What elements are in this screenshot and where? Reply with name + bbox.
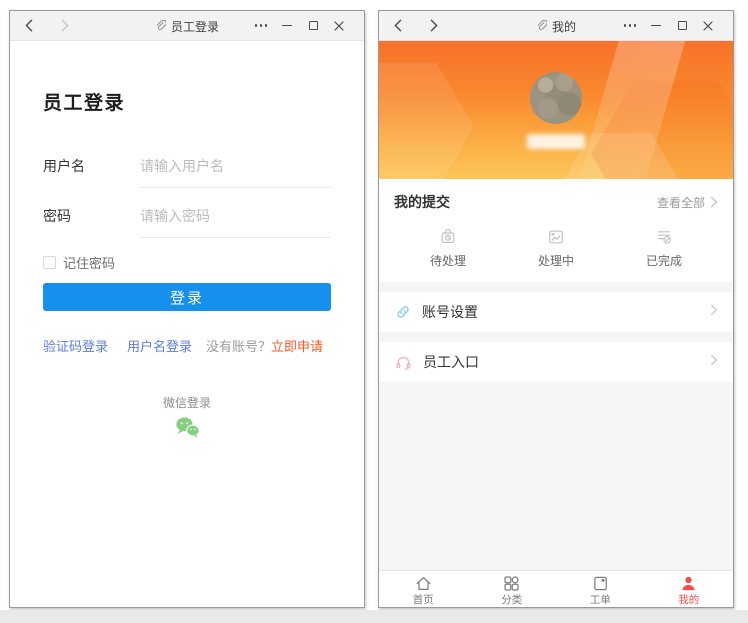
captcha-login-link[interactable]: 验证码登录: [43, 336, 108, 355]
tab-label: 工单: [589, 594, 611, 606]
window-title: 我的: [551, 19, 576, 34]
profile-header: [379, 41, 733, 179]
status-label: 处理中: [537, 254, 574, 268]
window-title: 员工登录: [170, 19, 219, 34]
paperclip-icon: [156, 20, 166, 31]
maximize-button[interactable]: [300, 14, 326, 38]
minimize-button[interactable]: [643, 14, 669, 38]
chevron-right-icon: [710, 304, 718, 316]
wechat-login-label: 微信登录: [162, 396, 211, 410]
my-submissions-card: 我的提交 查看全部 待处理 处理中 已完成: [379, 179, 733, 282]
completed-icon: [658, 231, 672, 244]
tab-categories[interactable]: 分类: [468, 571, 557, 607]
remember-password-label: 记住密码: [63, 256, 116, 271]
my-submissions-title: 我的提交: [394, 194, 450, 210]
status-label: 待处理: [429, 254, 466, 268]
profile-window: 我的 我的提交 查看全部 待处理 处理中 已完成 账号设置 员工入口 首页 分类…: [378, 10, 734, 608]
menu-item-employee-entrance[interactable]: 员工入口: [379, 342, 733, 382]
status-label: 已完成: [645, 254, 682, 268]
home-icon: [416, 576, 431, 591]
username-input[interactable]: [140, 158, 331, 188]
more-icon: [624, 24, 636, 27]
category-icon: [504, 576, 519, 591]
no-account-text: 没有账号？: [206, 339, 272, 354]
password-input[interactable]: [140, 208, 331, 238]
close-icon: [703, 20, 713, 31]
profile-titlebar: 我的: [379, 11, 733, 41]
close-button[interactable]: [326, 14, 352, 38]
back-button[interactable]: [391, 18, 405, 34]
minimize-button[interactable]: [274, 14, 300, 38]
status-processing[interactable]: 处理中: [502, 227, 610, 269]
tab-label: 我的: [678, 594, 700, 606]
wechat-icon[interactable]: [174, 416, 201, 444]
paperclip-icon: [537, 20, 547, 31]
tab-workorders[interactable]: 工单: [556, 571, 645, 607]
maximize-icon: [308, 21, 318, 30]
username-field-row: 用户名: [43, 158, 331, 188]
headset-icon: [396, 356, 411, 370]
view-all-label: 查看全部: [656, 195, 705, 210]
status-pending[interactable]: 待处理: [394, 227, 502, 269]
menu-item-account-settings[interactable]: 账号设置: [379, 292, 733, 332]
profile-content: 我的提交 查看全部 待处理 处理中 已完成 账号设置 员工入口 首页 分类 工单…: [379, 41, 733, 607]
alternate-login-links: 验证码登录 用户名登录 没有账号？立即申请: [43, 336, 331, 355]
back-button[interactable]: [22, 18, 36, 34]
username-login-link[interactable]: 用户名登录: [127, 336, 192, 355]
wechat-login-block: 微信登录: [43, 394, 331, 444]
password-label: 密码: [43, 208, 71, 224]
tab-profile[interactable]: 我的: [645, 571, 734, 607]
maximize-button[interactable]: [669, 14, 695, 38]
minimize-icon: [282, 24, 292, 27]
apply-now-link[interactable]: 立即申请: [271, 339, 323, 354]
login-button[interactable]: 登录: [43, 283, 331, 311]
pending-icon: [441, 228, 455, 243]
view-all-link[interactable]: 查看全部: [657, 194, 718, 211]
maximize-icon: [677, 21, 687, 30]
chevron-right-icon: [61, 19, 69, 32]
forward-button[interactable]: [427, 18, 441, 34]
page-title: 员工登录: [43, 93, 126, 114]
chevron-left-icon: [394, 19, 402, 32]
minimize-icon: [651, 24, 661, 27]
remember-password-checkbox[interactable]: 记住密码: [43, 253, 331, 272]
link-icon: [397, 306, 409, 318]
login-window: 员工登录 员工登录 用户名 密码 记住密码 登录 验证码登录 用户名登: [9, 10, 365, 608]
avatar: [530, 72, 582, 124]
menu-item-label: 员工入口: [423, 354, 479, 370]
checkbox-icon[interactable]: [43, 256, 56, 269]
signup-prompt: 没有账号？立即申请: [206, 336, 323, 355]
password-field-row: 密码: [43, 208, 331, 238]
username-label: 用户名: [43, 158, 85, 174]
forward-button[interactable]: [58, 18, 72, 34]
tab-bar: 首页 分类 工单 我的: [379, 570, 733, 607]
profile-icon: [682, 576, 695, 591]
desktop-bottom-strip: [0, 610, 748, 623]
more-icon: [255, 24, 267, 27]
login-titlebar: 员工登录: [10, 11, 364, 41]
tab-label: 首页: [412, 594, 434, 606]
user-nickname-redacted: [527, 134, 585, 149]
processing-icon: [549, 230, 563, 244]
tab-label: 分类: [501, 594, 523, 606]
chevron-right-icon: [710, 354, 718, 366]
login-content: 员工登录 用户名 密码 记住密码 登录 验证码登录 用户名登录 没有账号？立即申…: [10, 41, 364, 607]
status-completed[interactable]: 已完成: [610, 227, 718, 269]
more-button[interactable]: [617, 14, 643, 38]
chevron-right-icon: [430, 19, 438, 32]
chevron-right-icon: [710, 196, 718, 208]
tab-home[interactable]: 首页: [379, 571, 468, 607]
menu-item-label: 账号设置: [422, 304, 478, 320]
hexagon-decoration: [379, 63, 474, 179]
workorder-icon: [593, 576, 607, 591]
chevron-left-icon: [25, 19, 33, 32]
close-icon: [334, 20, 344, 31]
more-button[interactable]: [248, 14, 274, 38]
close-button[interactable]: [695, 14, 721, 38]
